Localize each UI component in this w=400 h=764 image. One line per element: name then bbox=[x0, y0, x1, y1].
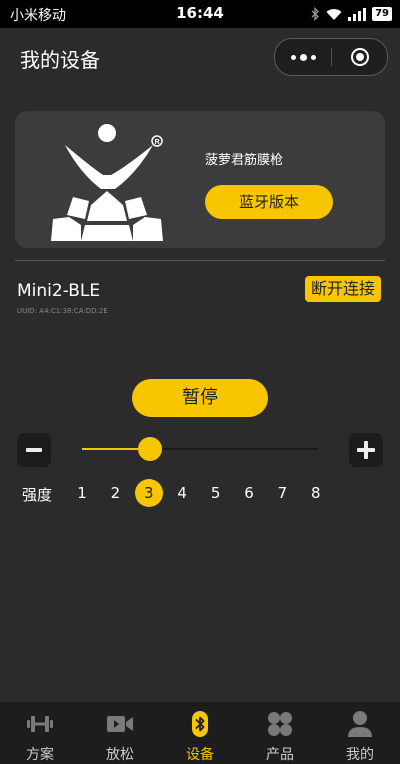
intensity-slider-thumb[interactable] bbox=[138, 437, 163, 461]
tab-products[interactable]: 产品 bbox=[240, 702, 320, 764]
minus-icon bbox=[26, 448, 42, 452]
bluetooth-icon bbox=[192, 711, 208, 737]
tab-label: 放松 bbox=[106, 747, 134, 763]
bluetooth-version-button[interactable]: 蓝牙版本 bbox=[205, 185, 333, 219]
user-icon bbox=[348, 711, 372, 737]
strength-label: 强度 bbox=[22, 486, 53, 504]
increase-button[interactable] bbox=[349, 433, 383, 467]
plus-icon bbox=[357, 441, 375, 459]
page-title: 我的设备 bbox=[20, 48, 100, 72]
tab-relax[interactable]: 放松 bbox=[80, 702, 160, 764]
brand-logo: R bbox=[51, 124, 163, 241]
mini-program-capsule bbox=[274, 38, 388, 76]
pause-button[interactable]: 暂停 bbox=[132, 379, 268, 417]
tab-label: 我的 bbox=[346, 747, 374, 763]
intensity-level-4[interactable]: 4 bbox=[168, 479, 196, 507]
product-name: 菠萝君筋膜枪 bbox=[205, 153, 284, 168]
close-mini-program-button[interactable] bbox=[332, 39, 387, 75]
device-uuid: UUID: A4:C1:38:CA:DD:2E bbox=[17, 307, 108, 315]
device-card: R 菠萝君筋膜枪 蓝牙版本 bbox=[15, 111, 385, 248]
decrease-button[interactable] bbox=[17, 433, 51, 467]
battery-indicator: 79 bbox=[372, 7, 392, 21]
tab-label: 方案 bbox=[26, 747, 54, 763]
bluetooth-status-icon bbox=[311, 7, 320, 21]
more-dot-icon bbox=[290, 54, 296, 60]
dumbbell-icon bbox=[27, 716, 53, 732]
svg-text:R: R bbox=[155, 139, 160, 146]
tab-devices[interactable]: 设备 bbox=[160, 702, 240, 764]
intensity-level-2[interactable]: 2 bbox=[101, 479, 129, 507]
intensity-level-1[interactable]: 1 bbox=[68, 479, 96, 507]
more-dot-icon bbox=[299, 53, 307, 61]
intensity-level-6[interactable]: 6 bbox=[235, 479, 263, 507]
intensity-level-7[interactable]: 7 bbox=[268, 479, 296, 507]
status-bar: 小米移动 16:44 79 bbox=[0, 0, 400, 28]
tab-plan[interactable]: 方案 bbox=[0, 702, 80, 764]
intensity-level-3[interactable]: 3 bbox=[134, 479, 163, 507]
more-menu-button[interactable] bbox=[275, 39, 331, 75]
video-icon bbox=[107, 716, 133, 732]
wifi-icon bbox=[326, 8, 342, 20]
signal-icon bbox=[348, 7, 367, 21]
more-dot-icon bbox=[310, 54, 316, 60]
grid-icon bbox=[268, 712, 292, 736]
tab-me[interactable]: 我的 bbox=[320, 702, 400, 764]
target-icon bbox=[350, 48, 369, 66]
section-divider bbox=[15, 260, 385, 261]
tab-label: 产品 bbox=[266, 747, 294, 763]
tab-bar: 方案 放松 设备 产品 我的 bbox=[0, 702, 400, 764]
status-icons: 79 bbox=[311, 6, 392, 22]
tab-label: 设备 bbox=[186, 747, 214, 763]
intensity-level-8[interactable]: 8 bbox=[302, 479, 330, 507]
disconnect-button[interactable]: 断开连接 bbox=[305, 276, 381, 302]
device-name: Mini2-BLE bbox=[17, 281, 101, 301]
intensity-level-5[interactable]: 5 bbox=[202, 479, 230, 507]
